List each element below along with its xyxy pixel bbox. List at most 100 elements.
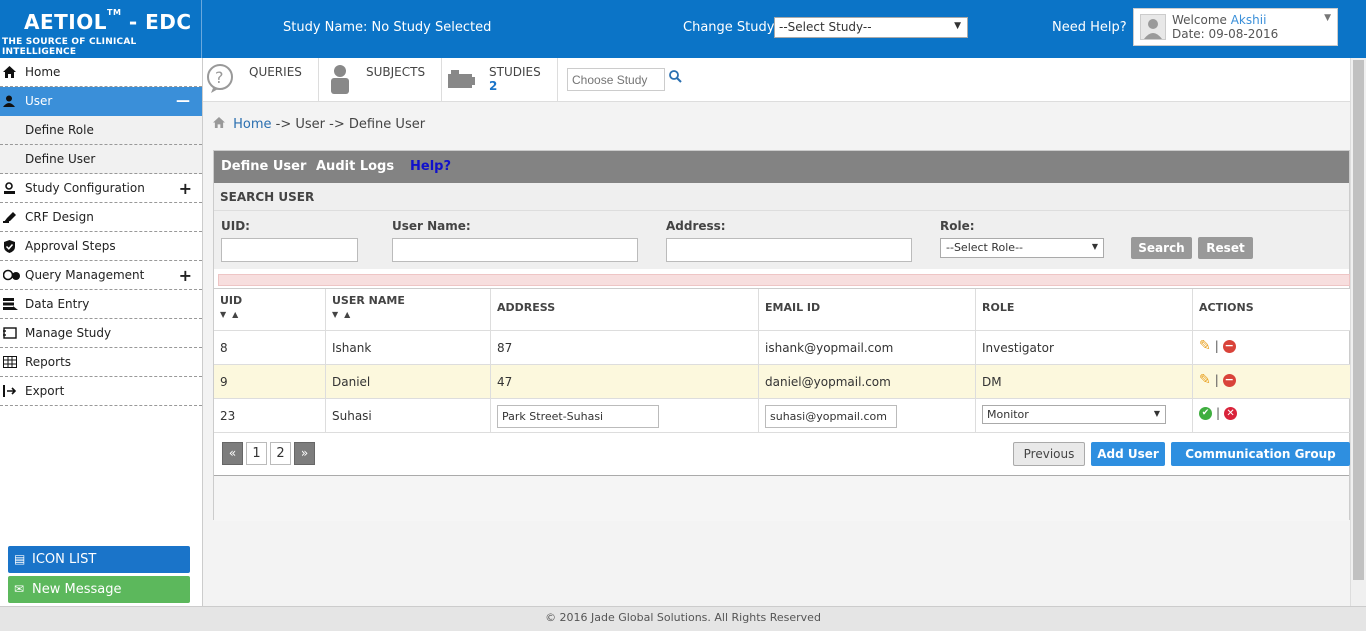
brand[interactable]: AETIOLTM - EDC THE SOURCE OF CLINICAL IN…: [0, 0, 202, 58]
expand-icon[interactable]: +: [179, 174, 192, 203]
change-study-label: Change Study:: [683, 20, 778, 35]
address-edit-field[interactable]: Park Street-Suhasi: [497, 405, 659, 428]
envelope-icon: ✉: [14, 582, 25, 596]
address-value: 87: [497, 341, 513, 355]
uid-field[interactable]: [221, 238, 358, 262]
save-check-icon[interactable]: ✔: [1199, 407, 1212, 420]
query-icon: [2, 269, 20, 282]
reset-button[interactable]: Reset: [1198, 237, 1253, 259]
sidebar-item-data-entry[interactable]: Data Entry: [0, 290, 202, 319]
search-icon[interactable]: [669, 70, 682, 86]
search-button[interactable]: Search: [1131, 237, 1192, 259]
row-actions: ✎ | −: [1199, 338, 1236, 354]
person-icon: [325, 64, 355, 94]
col-address: ADDRESS: [491, 289, 759, 330]
breadcrumb-home-link[interactable]: Home: [233, 117, 271, 132]
role-edit-value: Monitor: [987, 408, 1029, 421]
sidebar-item-export[interactable]: Export: [0, 377, 202, 406]
choose-study-input[interactable]: [567, 68, 665, 91]
sort-icon[interactable]: ▼▲: [220, 310, 244, 319]
sidebar-item-define-user[interactable]: Define User: [0, 145, 202, 174]
table-row[interactable]: 8 Ishank 87 ishank@yopmail.com Investiga…: [214, 331, 1350, 365]
scrollbar-thumb[interactable]: [1353, 60, 1364, 580]
chevron-down-icon[interactable]: ▼: [1324, 13, 1331, 23]
page-scrollbar[interactable]: [1350, 58, 1366, 606]
address-field[interactable]: [666, 238, 912, 262]
page-1-button[interactable]: 1: [246, 442, 267, 465]
subjects-nav[interactable]: SUBJECTS: [319, 58, 442, 102]
last-page-button[interactable]: »: [294, 442, 315, 465]
row-actions: ✔ | ✕: [1199, 406, 1238, 420]
role-value: Investigator: [982, 341, 1054, 355]
communication-group-list-button[interactable]: Communication Group List: [1171, 442, 1350, 485]
first-page-button[interactable]: «: [222, 442, 243, 465]
search-user-form: UID: User Name: Address: Role: --Select …: [214, 211, 1349, 269]
role-edit-select[interactable]: Monitor ▼: [982, 405, 1166, 424]
sidebar-item-label: Define Role: [25, 123, 94, 137]
cancel-x-icon[interactable]: ✕: [1224, 407, 1238, 420]
brand-tagline: THE SOURCE OF CLINICAL INTELLIGENCE: [2, 37, 137, 57]
studies-nav[interactable]: STUDIES 2: [442, 58, 558, 102]
sidebar-item-define-role[interactable]: Define Role: [0, 116, 202, 145]
table-row-editing[interactable]: 23 Suhasi Park Street-Suhasi suhasi@yopm…: [214, 399, 1350, 433]
subjects-label: SUBJECTS: [366, 65, 426, 79]
sidebar-item-manage-study[interactable]: Manage Study: [0, 319, 202, 348]
table-row[interactable]: 9 Daniel 47 daniel@yopmail.com DM ✎ | −: [214, 365, 1350, 399]
sidebar-item-reports[interactable]: Reports: [0, 348, 202, 377]
name-cell: Ishank: [326, 331, 491, 364]
study-name-label: Study Name: No Study Selected: [283, 20, 492, 35]
new-message-button[interactable]: ✉ New Message: [8, 576, 190, 603]
email-value: daniel@yopmail.com: [765, 375, 891, 389]
col-actions: ACTIONS: [1193, 289, 1350, 330]
col-uid[interactable]: UID ▼▲: [214, 289, 326, 330]
icon-list-button[interactable]: ▤ ICON LIST: [8, 546, 190, 573]
queries-nav[interactable]: ? QUERIES: [203, 58, 319, 102]
sidebar-item-label: Home: [25, 65, 61, 79]
sidebar-item-study-configuration[interactable]: Study Configuration +: [0, 174, 202, 203]
email-value: ishank@yopmail.com: [765, 341, 894, 355]
edit-icon[interactable]: ✎: [1199, 338, 1211, 354]
edit-icon[interactable]: ✎: [1199, 372, 1211, 388]
panel-tabs: Define User Audit Logs Help?: [214, 151, 1349, 183]
avatar: [1140, 14, 1166, 40]
col-user-name-label: USER NAME: [332, 294, 405, 307]
address-cell: Park Street-Suhasi: [491, 399, 759, 432]
add-user-button[interactable]: Add User: [1091, 442, 1165, 466]
delete-icon[interactable]: −: [1222, 340, 1236, 353]
email-edit-field[interactable]: suhasi@yopmail.com: [765, 405, 897, 428]
studies-count: 2: [489, 79, 498, 93]
sidebar-item-query-management[interactable]: Query Management +: [0, 261, 202, 290]
table-header-row: UID ▼▲ USER NAME ▼▲ ADDRESS EMAIL ID ROL…: [214, 289, 1350, 331]
col-user-name[interactable]: USER NAME ▼▲: [326, 289, 491, 330]
tab-audit-logs[interactable]: Audit Logs: [316, 159, 394, 174]
role-value: DM: [982, 375, 1002, 389]
sidebar-item-home[interactable]: Home: [0, 58, 202, 87]
col-role: ROLE: [976, 289, 1193, 330]
export-icon: [3, 385, 17, 398]
breadcrumb-trail: -> User -> Define User: [271, 117, 426, 132]
sidebar-item-label: Reports: [25, 355, 72, 369]
sidebar-item-crf-design[interactable]: CRF Design: [0, 203, 202, 232]
new-message-label: New Message: [32, 582, 122, 597]
welcome-user-name: Akshii: [1230, 13, 1267, 27]
tab-define-user[interactable]: Define User: [221, 159, 306, 174]
role-select[interactable]: --Select Role-- ▼: [940, 238, 1104, 258]
sort-icon[interactable]: ▼▲: [332, 310, 356, 319]
sidebar-item-approval-steps[interactable]: Approval Steps: [0, 232, 202, 261]
role-cell: Investigator: [976, 331, 1193, 364]
collapse-icon[interactable]: —: [176, 87, 190, 116]
need-help-link[interactable]: Need Help?: [1052, 20, 1127, 35]
svg-text:?: ?: [215, 68, 224, 87]
previous-button[interactable]: Previous: [1013, 442, 1085, 466]
study-select[interactable]: --Select Study-- ▼: [774, 17, 968, 38]
page-2-button[interactable]: 2: [270, 442, 291, 465]
studies-label: STUDIES: [489, 65, 541, 79]
username-field[interactable]: [392, 238, 638, 262]
sidebar-item-label: CRF Design: [25, 210, 94, 224]
sidebar-item-user[interactable]: User —: [0, 87, 202, 116]
address-label: Address:: [666, 219, 726, 233]
help-link[interactable]: Help?: [410, 159, 451, 174]
user-menu[interactable]: Welcome Akshii Date: 09-08-2016 ▼: [1133, 8, 1338, 46]
delete-icon[interactable]: −: [1222, 374, 1236, 387]
expand-icon[interactable]: +: [179, 261, 192, 290]
